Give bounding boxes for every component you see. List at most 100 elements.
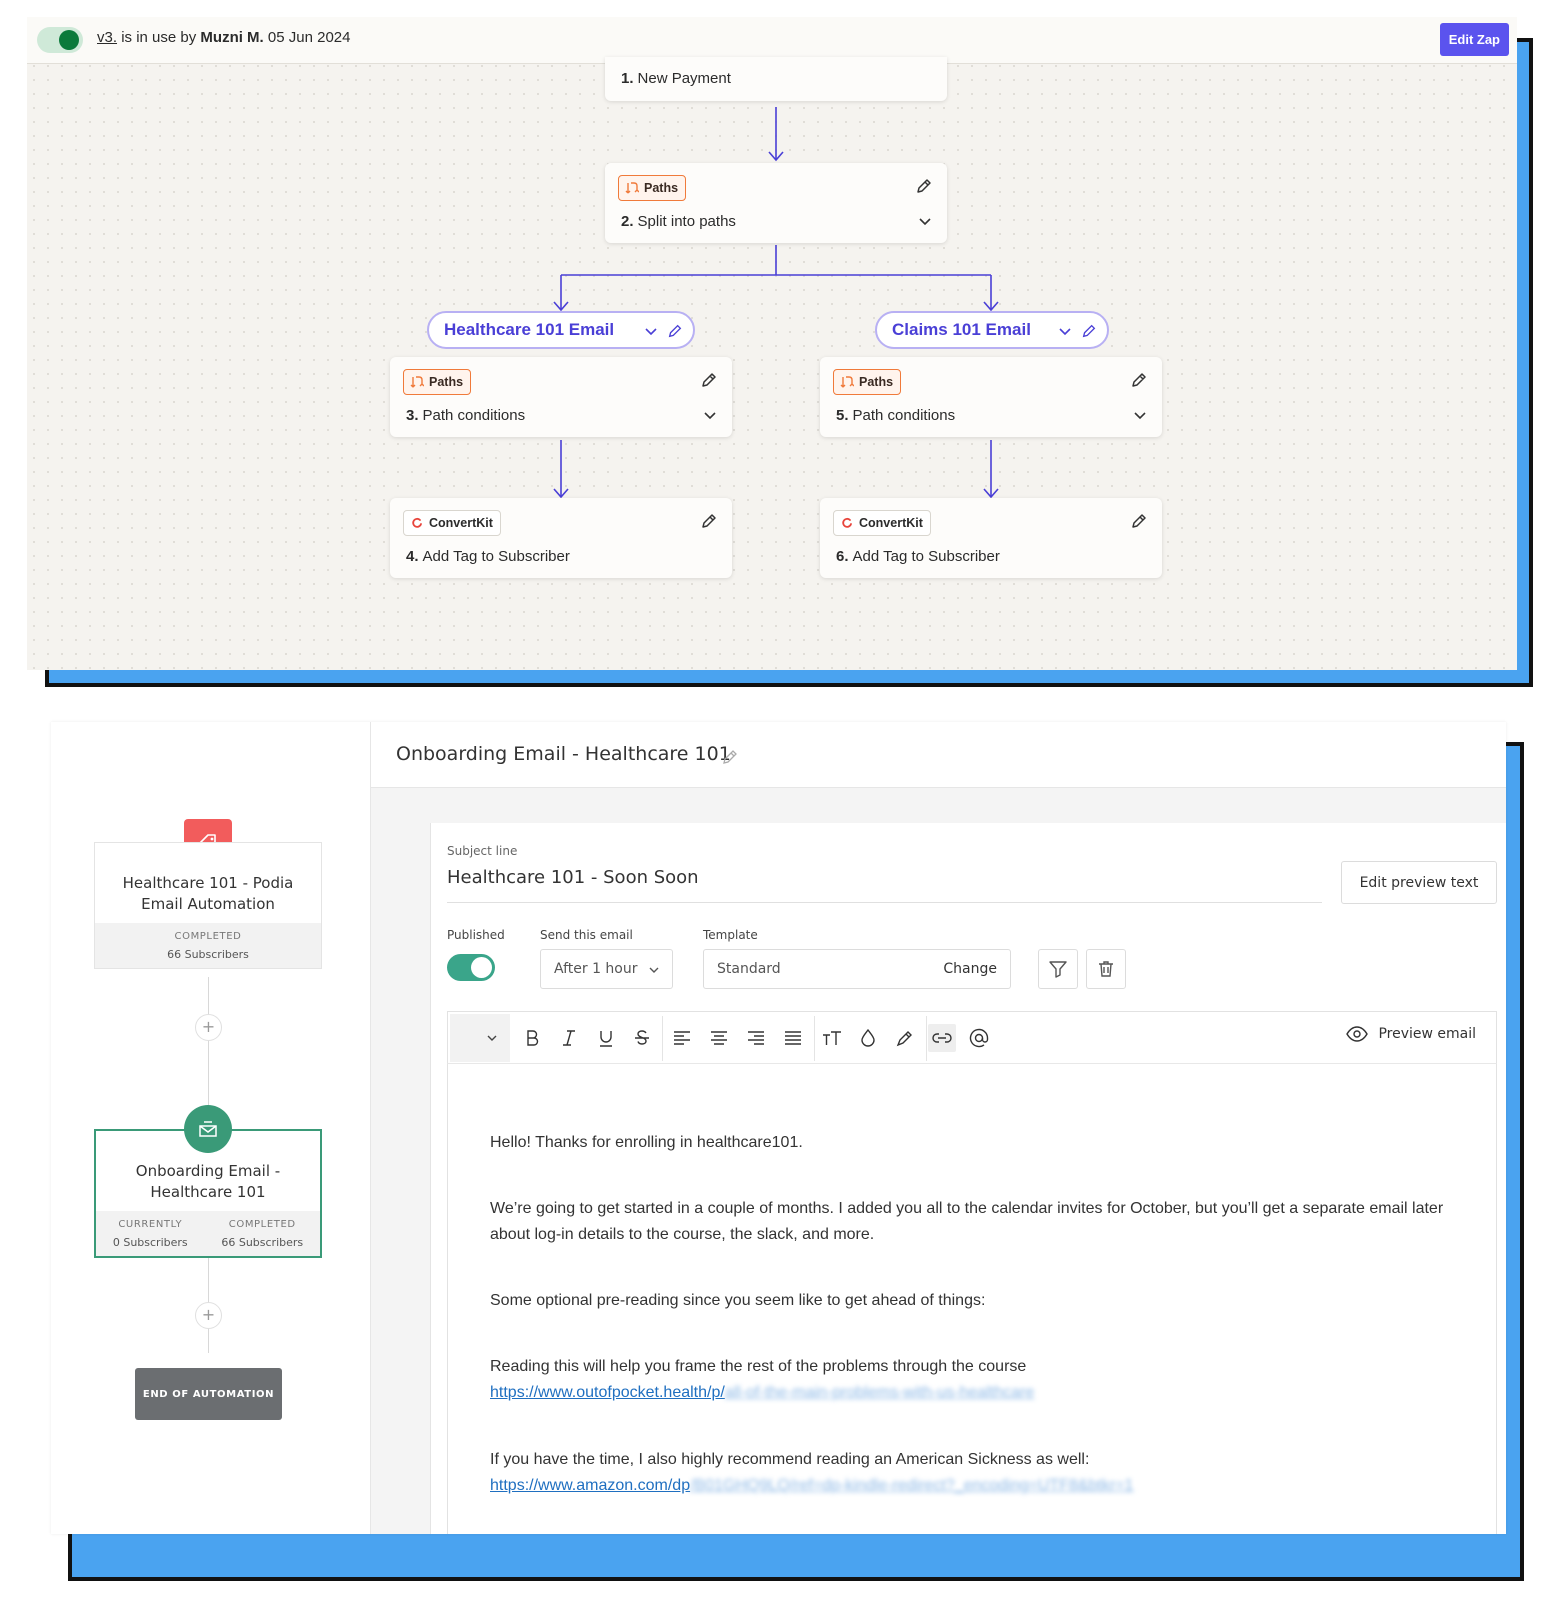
convertkit-icon: [412, 517, 422, 528]
edit-pencil-icon[interactable]: [700, 371, 718, 389]
template-name: Standard: [717, 961, 781, 977]
step-card-6[interactable]: ConvertKit 6. Add Tag to Subscriber: [820, 498, 1162, 578]
align-left-icon: [674, 1031, 690, 1045]
step-title: 5. Path conditions: [836, 407, 956, 424]
trigger-name: Healthcare 101 - Podia Email Automation: [122, 874, 294, 913]
edit-pencil-icon[interactable]: [915, 177, 933, 195]
body-link[interactable]: https://www.outofpocket.health/p/all-of-…: [490, 1384, 1034, 1401]
toolbar-divider: [926, 1016, 927, 1061]
align-justify-button[interactable]: [779, 1024, 807, 1052]
body-paragraph: Hello! Thanks for enrolling in healthcar…: [490, 1134, 803, 1151]
step-card-2[interactable]: Paths 2. Split into paths: [605, 163, 947, 243]
chevron-down-icon[interactable]: [702, 407, 718, 423]
send-label: Send this email: [540, 928, 633, 942]
chevron-down-icon[interactable]: [917, 213, 933, 229]
text-size-icon: [823, 1031, 841, 1045]
add-step-button[interactable]: +: [195, 1302, 222, 1329]
align-justify-icon: [785, 1031, 801, 1045]
subject-input[interactable]: Healthcare 101 - Soon Soon: [447, 867, 1322, 903]
end-of-automation: END OF AUTOMATION: [135, 1368, 282, 1420]
completed-value: 66 Subscribers: [167, 948, 249, 961]
currently-value: 0 Subscribers: [112, 1236, 188, 1249]
email-body-editor[interactable]: Hello! Thanks for enrolling in healthcar…: [447, 1064, 1497, 1534]
link-button[interactable]: [928, 1024, 956, 1052]
completed-label: COMPLETED: [228, 1219, 296, 1230]
mention-button[interactable]: [965, 1024, 993, 1052]
chevron-down-icon[interactable]: [643, 323, 659, 339]
step-card-4[interactable]: ConvertKit 4. Add Tag to Subscriber: [390, 498, 732, 578]
step-card-5[interactable]: Paths 5. Path conditions: [820, 357, 1162, 437]
body-paragraph: We’re going to get started in a couple o…: [490, 1200, 1444, 1243]
send-delay-select[interactable]: After 1 hour: [540, 949, 673, 989]
email-editor-card: Subject line Healthcare 101 - Soon Soon …: [430, 823, 1506, 1534]
edit-pencil-icon[interactable]: [1130, 371, 1148, 389]
edit-pencil-icon[interactable]: [667, 323, 683, 339]
convertkit-badge: ConvertKit: [403, 510, 501, 536]
body-paragraph: If you have the time, I also highly reco…: [490, 1451, 1134, 1494]
paths-icon: [840, 376, 854, 388]
chevron-down-icon[interactable]: [1057, 323, 1073, 339]
template-field: Standard Change: [703, 949, 1011, 989]
paths-icon: [410, 376, 424, 388]
step-card-3[interactable]: Paths 3. Path conditions: [390, 357, 732, 437]
email-node-stats: CURRENTLY 0 Subscribers COMPLETED 66 Sub…: [96, 1211, 320, 1256]
currently-label: CURRENTLY: [118, 1219, 183, 1230]
add-step-button[interactable]: +: [195, 1014, 222, 1041]
formatting-toolbar: Preview email: [447, 1011, 1497, 1064]
link-icon: [932, 1033, 952, 1043]
underline-icon: [600, 1031, 612, 1047]
step-title: 3. Path conditions: [406, 407, 526, 424]
email-node-icon: [184, 1105, 232, 1153]
edit-pencil-icon[interactable]: [700, 512, 718, 530]
filter-icon: [1049, 961, 1067, 978]
filter-button[interactable]: [1038, 949, 1078, 989]
zap-editor-canvas: v3. is in use by Muzni M. 05 Jun 2024 Ed…: [27, 17, 1517, 670]
bold-button[interactable]: [518, 1024, 546, 1052]
path-pill-healthcare[interactable]: Healthcare 101 Email: [427, 311, 695, 349]
edit-pencil-icon[interactable]: [1081, 323, 1097, 339]
path-pill-claims[interactable]: Claims 101 Email: [875, 311, 1109, 349]
published-label: Published: [447, 928, 505, 942]
strikethrough-icon: [635, 1030, 649, 1045]
published-toggle[interactable]: [447, 954, 495, 981]
align-left-button[interactable]: [668, 1024, 696, 1052]
email-header: Onboarding Email - Healthcare 101: [371, 722, 1506, 788]
convertkit-icon: [842, 517, 852, 528]
subject-label: Subject line: [447, 844, 518, 858]
at-sign-icon: [969, 1028, 989, 1048]
edit-preview-text-button[interactable]: Edit preview text: [1341, 861, 1497, 904]
underline-button[interactable]: [592, 1024, 620, 1052]
completed-label: COMPLETED: [174, 931, 242, 942]
eye-icon: [1346, 1026, 1369, 1042]
edit-pencil-icon[interactable]: [1130, 512, 1148, 530]
align-center-button[interactable]: [705, 1024, 733, 1052]
preview-email-button[interactable]: Preview email: [1346, 1026, 1476, 1042]
align-right-button[interactable]: [742, 1024, 770, 1052]
template-label: Template: [703, 928, 758, 942]
italic-button[interactable]: [555, 1024, 583, 1052]
step-title: 4. Add Tag to Subscriber: [406, 548, 570, 565]
align-center-icon: [711, 1031, 727, 1045]
bold-icon: [527, 1030, 539, 1046]
chevron-down-icon: [649, 967, 659, 973]
strikethrough-button[interactable]: [628, 1024, 656, 1052]
podia-email-editor: Healthcare 101 - Podia Email Automation …: [51, 722, 1506, 1534]
edit-title-pencil-icon[interactable]: [721, 748, 739, 766]
paths-icon: [625, 182, 639, 194]
highlight-button[interactable]: [891, 1024, 919, 1052]
step-title: 1. New Payment: [621, 70, 731, 87]
text-style-select[interactable]: [450, 1014, 510, 1062]
paths-badge: Paths: [403, 369, 472, 395]
text-color-button[interactable]: [854, 1024, 882, 1052]
convertkit-badge: ConvertKit: [833, 510, 931, 536]
trigger-card[interactable]: Healthcare 101 - Podia Email Automation …: [94, 842, 322, 969]
step-title: 6. Add Tag to Subscriber: [836, 548, 1000, 565]
template-change-button[interactable]: Change: [943, 961, 997, 977]
step-card-1[interactable]: 1. New Payment: [605, 57, 947, 101]
delete-button[interactable]: [1086, 949, 1126, 989]
toolbar-divider: [662, 1016, 663, 1061]
body-link[interactable]: https://www.amazon.com/dp/B01GHQ9LQ/ref=…: [490, 1477, 1133, 1494]
body-paragraph: Some optional pre-reading since you seem…: [490, 1292, 986, 1309]
chevron-down-icon[interactable]: [1132, 407, 1148, 423]
font-size-button[interactable]: [818, 1024, 846, 1052]
